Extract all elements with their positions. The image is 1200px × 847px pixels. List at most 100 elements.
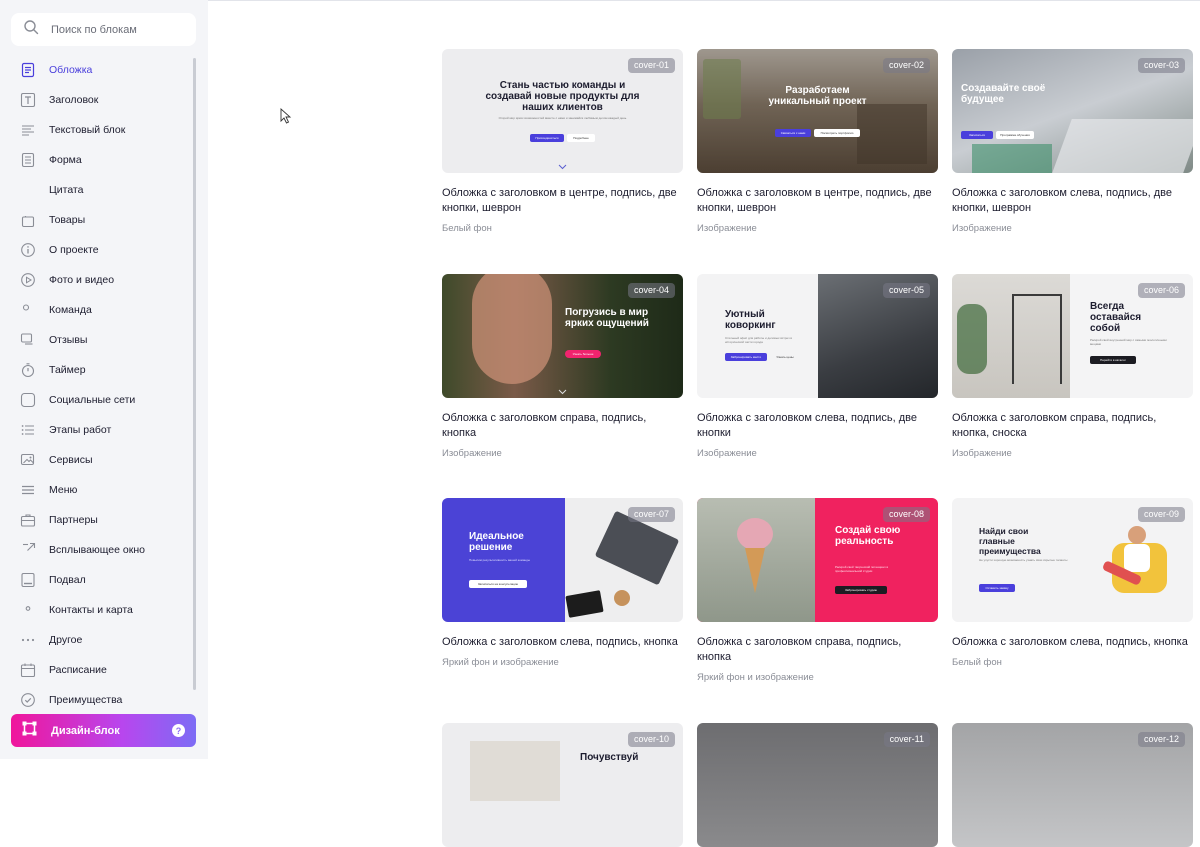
preview-button-primary: Записаться на консультацию [469,580,527,588]
cover-subtitle: Изображение [952,223,1012,234]
person-head-shape [1128,526,1146,544]
info-icon [20,242,36,258]
sidebar-item[interactable]: Заголовок [0,85,200,115]
preview-button-primary: Записаться [961,131,993,139]
cover-card[interactable]: Почувствуй cover-10 [442,723,683,847]
sidebar-item[interactable]: Форма [0,145,200,175]
sidebar-item-label: Сервисы [49,454,93,466]
cover-card[interactable]: Стань частью команды и создавай новые пр… [442,49,683,234]
cover-badge: cover-04 [627,283,675,298]
cover-badge: cover-10 [627,732,675,747]
search-input[interactable] [51,23,181,36]
sidebar-item[interactable]: Расписание [0,655,200,685]
cover-badge: cover-06 [1137,283,1185,298]
list-icon [20,422,36,438]
play-icon [20,272,36,288]
cover-card[interactable]: cover-11 [697,723,938,847]
cover-preview: cover-12 [952,723,1193,847]
cover-card[interactable]: Создавайте своё будущее Записаться Прогр… [952,49,1193,234]
mouse-cursor-icon [280,108,292,124]
sidebar-item-label: Подвал [49,574,86,586]
sidebar-item-label: Форма [49,154,82,166]
plant-shape [957,304,987,374]
services-icon [20,452,36,468]
cover-title: Обложка с заголовком справа, подпись, кн… [442,412,647,439]
cover-title: Обложка с заголовком слева, подпись, две… [697,412,917,439]
sidebar-item[interactable]: Фото и видео [0,265,200,295]
sidebar-item[interactable]: Таймер [0,355,200,385]
vk-icon [20,392,36,408]
cover-card[interactable]: Погрузись в мир ярких ощущений Узнать бо… [442,274,683,459]
rack-shape [1012,294,1062,384]
preview-button-primary: Забронировать место [725,353,767,361]
cover-card[interactable]: cover-12 [952,723,1193,847]
cover-subtitle: Изображение [697,223,757,234]
cover-badge: cover-01 [627,58,675,73]
sidebar-item[interactable]: Команда [0,295,200,325]
cover-card[interactable]: Разработаем уникальный проект Связаться … [697,49,938,234]
sidebar-item[interactable]: Товары [0,205,200,235]
sidebar-item[interactable]: Подвал [0,565,200,595]
sidebar-item[interactable]: Обложка [0,55,200,85]
preview-heading: Идеальное решение [469,531,524,553]
keyboard-shape [1052,119,1193,173]
cover-card[interactable]: Найди свои главные преимущества Не упуст… [952,498,1193,668]
sidebar-item[interactable]: Социальные сети [0,385,200,415]
preview-button-primary: Оставить заявку [979,584,1015,592]
sidebar-item[interactable]: Текстовый блок [0,115,200,145]
sidebar-item[interactable]: О проекте [0,235,200,265]
design-block-button[interactable]: Дизайн-блок ? [11,714,196,747]
plant-shape [703,59,741,119]
sidebar-item-label: Обложка [49,64,93,76]
sidebar-item-label: Преимущества [49,694,123,706]
sidebar-scrollbar[interactable] [193,58,196,690]
sidebar-item-label: Всплывающее окно [49,544,145,556]
sidebar-item[interactable]: Партнеры [0,505,200,535]
cover-title: Обложка с заголовком справа, подпись, кн… [697,636,902,663]
sidebar-item-label: Отзывы [49,334,88,346]
preview-heading: Стань частью команды и создавай новые пр… [485,80,640,113]
sidebar-item-label: Меню [49,484,78,496]
cover-card[interactable]: Всегда оставайся собой Раскрой свой внут… [952,274,1193,459]
cover-card[interactable]: Уютный коворкинг Стильный офис для работ… [697,274,938,459]
sidebar-item-label: Расписание [49,664,107,676]
cover-subtitle: Изображение [952,448,1012,459]
heading-icon [20,92,36,108]
cover-preview: Всегда оставайся собой Раскрой свой внут… [952,274,1193,398]
sidebar-item[interactable]: Сервисы [0,445,200,475]
bag-icon [20,212,36,228]
preview-caption: Не упусти хорошую возможность узнать сво… [979,558,1068,562]
sidebar-item[interactable]: Контакты и карта [0,595,200,625]
help-icon[interactable]: ? [172,724,185,737]
preview-button-primary: Связаться с нами [775,129,811,137]
cover-preview: Найди свои главные преимущества Не упуст… [952,498,1193,622]
cover-card[interactable]: Создай свою реальность Раскрой свой твор… [697,498,938,683]
calendar-icon [20,662,36,678]
cover-badge: cover-12 [1137,732,1185,747]
chevron-down-icon [558,389,567,395]
cover-badge: cover-02 [882,58,930,73]
cover-badge: cover-11 [883,732,930,747]
preview-button-secondary: Программа обучения [996,131,1034,139]
sidebar-item[interactable]: Преимущества [0,685,200,708]
cover-title: Обложка с заголовком слева, подпись, кно… [952,636,1188,648]
cover-title: Обложка с заголовком в центре, подпись, … [442,187,677,214]
sidebar-item[interactable]: Отзывы [0,325,200,355]
timer-icon [20,362,36,378]
cover-preview: Создай свою реальность Раскрой свой твор… [697,498,938,622]
sidebar-item[interactable]: Меню [0,475,200,505]
preview-button-primary: Забронировать студию [835,586,887,594]
preview-caption: Раскрой свой внутренний мир с самыми эко… [1090,338,1167,346]
sidebar-item[interactable]: Цитата [0,175,200,205]
sidebar-item[interactable]: Этапы работ [0,415,200,445]
sidebar-item-label: Фото и видео [49,274,115,286]
sidebar-item[interactable]: Другое [0,625,200,655]
footer-icon [20,572,36,588]
notebook-shape [972,144,1052,173]
sidebar-item[interactable]: Всплывающее окно [0,535,200,565]
cone-shape [745,548,765,593]
search-box[interactable] [11,13,196,46]
cover-subtitle: Белый фон [952,657,1002,668]
block-category-list: Обложка Заголовок Текстовый блок Форма Цитат… [0,55,200,708]
cover-card[interactable]: Идеальное решение Повысим результативнос… [442,498,683,668]
